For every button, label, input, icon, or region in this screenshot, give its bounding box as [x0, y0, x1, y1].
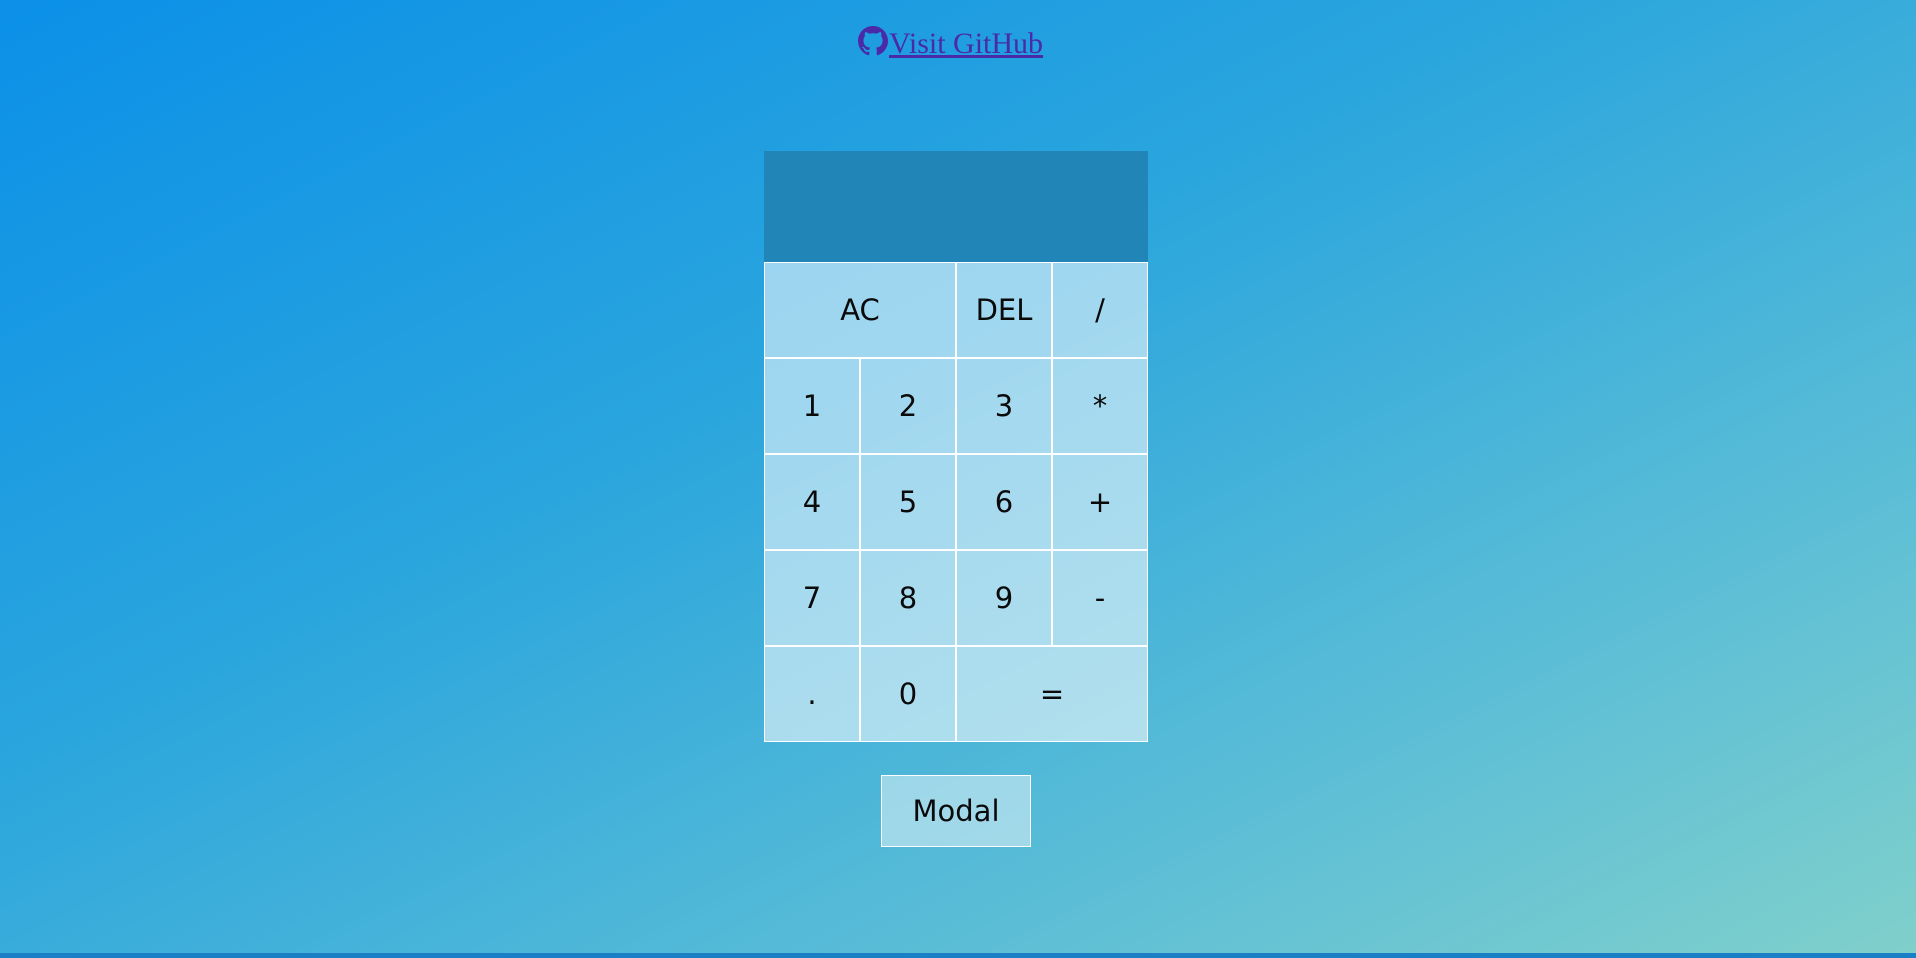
decimal-key[interactable]: .	[764, 646, 860, 742]
digit-4-key[interactable]: 4	[764, 454, 860, 550]
digit-2-key[interactable]: 2	[860, 358, 956, 454]
github-link-label: Visit GitHub	[889, 27, 1044, 60]
github-icon	[858, 24, 889, 64]
digit-8-key[interactable]: 8	[860, 550, 956, 646]
keypad: AC DEL/ 1 2 3 * 4 5 6 +7 8 9-. 0 =	[764, 262, 1148, 742]
digit-6-key[interactable]: 6	[956, 454, 1052, 550]
add-key[interactable]: +	[1052, 454, 1148, 550]
github-link[interactable]: Visit GitHub	[858, 24, 1043, 64]
digit-0-key[interactable]: 0	[860, 646, 956, 742]
digit-5-key[interactable]: 5	[860, 454, 956, 550]
modal-button[interactable]: Modal	[881, 775, 1031, 847]
multiply-key[interactable]: *	[1052, 358, 1148, 454]
digit-1-key[interactable]: 1	[764, 358, 860, 454]
digit-7-key[interactable]: 7	[764, 550, 860, 646]
divide-key[interactable]: /	[1052, 262, 1148, 358]
digit-9-key[interactable]: 9	[956, 550, 1052, 646]
digit-3-key[interactable]: 3	[956, 358, 1052, 454]
ac-key[interactable]: AC	[764, 262, 956, 358]
equals-key[interactable]: =	[956, 646, 1148, 742]
taskbar-strip	[0, 953, 1916, 958]
delete-key[interactable]: DEL	[956, 262, 1052, 358]
subtract-key[interactable]: -	[1052, 550, 1148, 646]
calculator-display	[764, 151, 1148, 262]
calculator: AC DEL/ 1 2 3 * 4 5 6 +7 8 9-. 0 =	[764, 151, 1148, 742]
